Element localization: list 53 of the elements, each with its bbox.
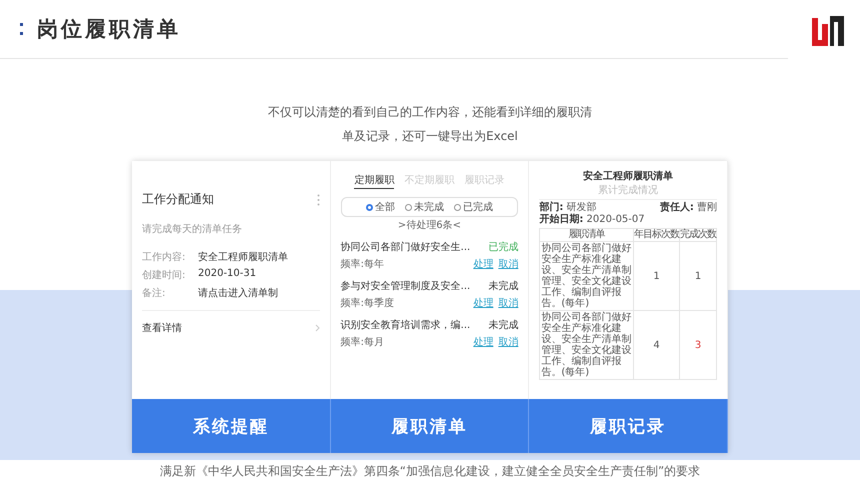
intro-text: 不仅可以清楚的看到自己的工作内容，还能看到详细的履职清: [268, 104, 592, 121]
task-action-link[interactable]: 处理: [473, 296, 494, 310]
details-link[interactable]: 查看详情: [142, 321, 320, 335]
radio-icon[interactable]: [454, 204, 461, 210]
table-cell: 1: [680, 242, 716, 310]
task-frequency: 频率:每月: [340, 336, 386, 349]
task-status: 已完成: [487, 240, 518, 254]
title-marker-icon: [20, 23, 23, 35]
table-cell: 3: [680, 310, 716, 380]
field-value: 请点击进入清单制: [198, 286, 279, 300]
table-cell: 协同公司各部门做好安全生产标准化建设、安全生产清单制管理、安全文化建设工作、编制自评报告。(每年): [540, 242, 634, 310]
report-subtitle: 累计完成情况: [539, 183, 717, 200]
chevron-right-icon: [314, 324, 320, 332]
task-title: 参与对安全管理制度及安全...: [340, 280, 472, 293]
field-label: 备注:: [142, 286, 166, 300]
task-frequency: 频率:每季度: [340, 296, 396, 310]
radio-icon[interactable]: [404, 204, 412, 210]
column-header: 年目标次数: [634, 228, 680, 242]
footer-text: 满足新《中华人民共和国安全生产法》第四条“加强信息化建设，建立健全全员安全生产责任制”的要求: [158, 463, 702, 480]
table-cell: 1: [634, 242, 680, 310]
filter-option[interactable]: 未完成: [404, 200, 444, 214]
filter-option[interactable]: 全部: [366, 200, 395, 214]
report-title: 安全工程师履职清单: [582, 169, 674, 183]
task-status: 未完成: [487, 280, 518, 293]
task-frequency: 频率:每年: [340, 258, 386, 271]
page-title: 岗位履职清单: [37, 16, 181, 43]
radio-icon[interactable]: [366, 204, 373, 210]
task-action-link[interactable]: 取消: [498, 335, 518, 349]
notice-subtitle: 请完成每天的清单任务: [142, 222, 243, 236]
task-status: 未完成: [487, 318, 518, 332]
field-value: 安全工程师履职清单: [198, 250, 289, 264]
department-text: 部门: 研发部: [539, 202, 597, 214]
tab[interactable]: 定期履职: [354, 173, 394, 189]
notice-title: 工作分配通知: [142, 191, 214, 208]
start-date-text: 开始日期: 2020-05-07: [539, 214, 646, 226]
pending-count: >待处理6条<: [396, 218, 462, 232]
field-label: 工作内容:: [142, 250, 186, 264]
owner-text: 责任人: 曹刚: [660, 202, 717, 214]
field-value: 2020-10-31: [198, 268, 258, 281]
filter-option[interactable]: 已完成: [454, 200, 493, 214]
column-header: 完成次数: [680, 228, 716, 242]
task-action-link[interactable]: 处理: [473, 257, 494, 271]
more-icon[interactable]: [316, 194, 320, 206]
column-header: 履职清单: [540, 228, 634, 242]
task-title: 协同公司各部门做好安全生...: [340, 240, 472, 254]
task-action-link[interactable]: 取消: [498, 296, 518, 310]
task-action-link[interactable]: 取消: [498, 257, 518, 271]
table-cell: 协同公司各部门做好安全生产标准化建设、安全生产清单制管理、安全文化建设工作、编制自评报告。(每年): [540, 310, 634, 380]
table-cell: 4: [634, 310, 680, 380]
task-action-link[interactable]: 处理: [473, 335, 494, 349]
task-title: 识别安全教育培训需求，编...: [340, 318, 472, 332]
intro-text: 单及记录，还可一键导出为Excel: [342, 128, 518, 145]
field-label: 创建时间:: [142, 268, 186, 282]
